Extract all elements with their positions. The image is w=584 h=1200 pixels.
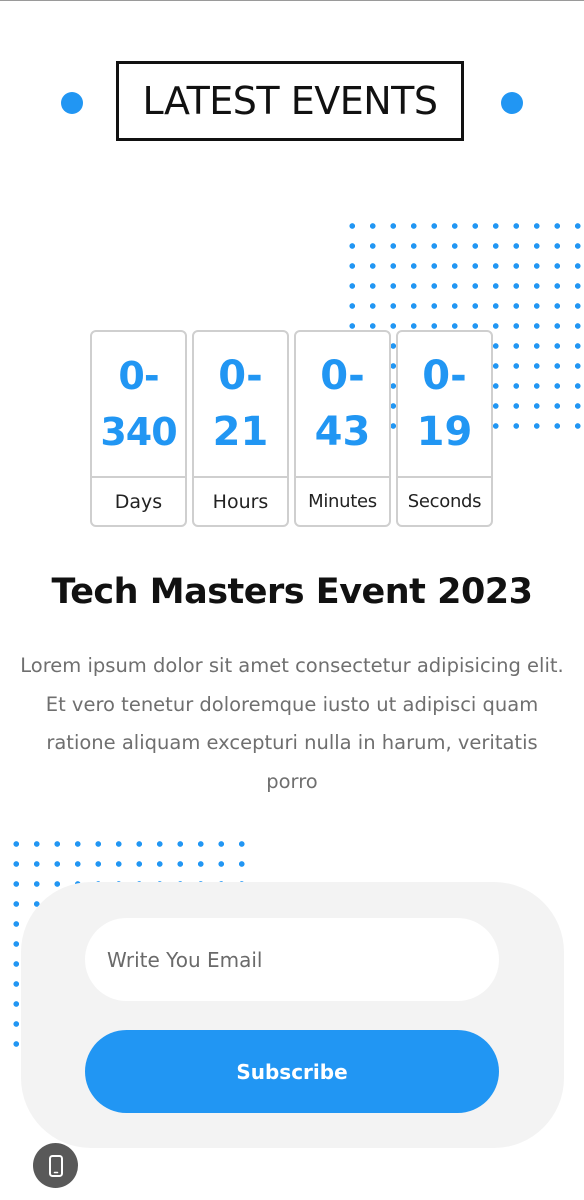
- countdown-minutes-prefix: 0-: [320, 353, 365, 399]
- countdown-seconds-value: 0- 19: [398, 332, 491, 478]
- countdown-days: 0- 340 Days: [90, 330, 187, 527]
- subscribe-button[interactable]: Subscribe: [85, 1030, 499, 1113]
- countdown-days-label: Days: [114, 490, 163, 513]
- countdown-seconds-number: 19: [416, 409, 473, 455]
- countdown-hours: 0- 21 Hours: [192, 330, 289, 527]
- countdown-days-number: 340: [100, 410, 177, 454]
- email-input[interactable]: [85, 918, 499, 1001]
- countdown-minutes-number: 43: [314, 409, 371, 455]
- section-title: LATEST EVENTS: [142, 79, 439, 123]
- countdown-timer: 0- 340 Days 0- 21 Hours 0- 43 Minutes 0-…: [90, 330, 493, 527]
- countdown-seconds-prefix: 0-: [422, 353, 467, 399]
- countdown-minutes-label: Minutes: [308, 491, 377, 512]
- event-page: LATEST EVENTS 0- 340 Days 0- 21 Hours 0-…: [0, 0, 584, 1200]
- countdown-minutes: 0- 43 Minutes: [294, 330, 391, 527]
- countdown-days-prefix: 0-: [118, 354, 159, 398]
- event-description: Lorem ipsum dolor sit amet consectetur a…: [20, 654, 564, 793]
- device-toggle-button[interactable]: [33, 1143, 78, 1188]
- section-title-box: LATEST EVENTS: [116, 61, 464, 141]
- mobile-device-icon: [48, 1154, 63, 1177]
- countdown-hours-value: 0- 21: [194, 332, 287, 478]
- event-title: Tech Masters Event 2023: [51, 572, 533, 612]
- countdown-seconds: 0- 19 Seconds: [396, 330, 493, 527]
- countdown-hours-prefix: 0-: [218, 353, 263, 399]
- title-right-dot: [501, 92, 523, 114]
- countdown-days-value: 0- 340: [92, 332, 185, 478]
- countdown-seconds-label: Seconds: [407, 491, 482, 512]
- countdown-hours-number: 21: [212, 409, 269, 455]
- countdown-minutes-value: 0- 43: [296, 332, 389, 478]
- top-divider: [0, 0, 584, 1]
- title-left-dot: [61, 92, 83, 114]
- countdown-hours-label: Hours: [212, 490, 269, 513]
